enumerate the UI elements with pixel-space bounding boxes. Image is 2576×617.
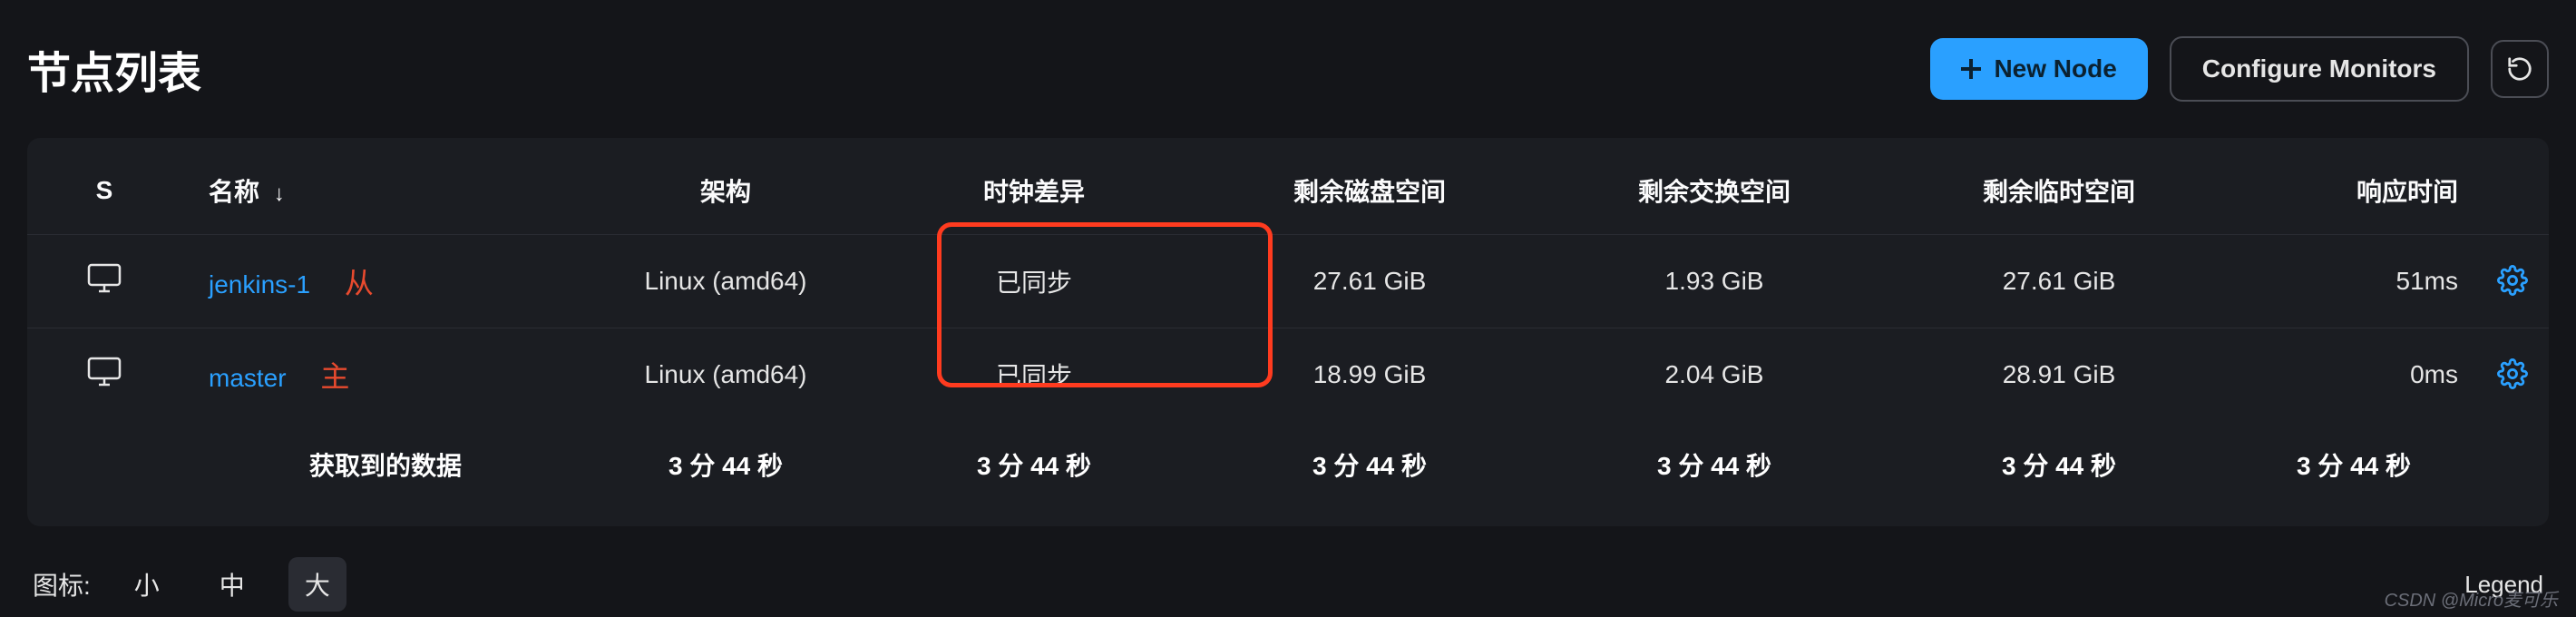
bottom-bar: 图标: 小 中 大 Legend <box>27 526 2549 612</box>
legend-link[interactable]: Legend <box>2464 571 2543 599</box>
new-node-label: New Node <box>1994 54 2116 83</box>
footer-swap: 3 分 44 秒 <box>1551 421 1878 508</box>
cell-resp: 0ms <box>2240 328 2476 422</box>
footer-temp: 3 分 44 秒 <box>1878 421 2240 508</box>
col-resp-header[interactable]: 响应时间 <box>2240 147 2476 235</box>
cell-clock: 已同步 <box>880 328 1188 422</box>
plus-icon <box>1961 59 1981 79</box>
table-footer-row: 获取到的数据 3 分 44 秒 3 分 44 秒 3 分 44 秒 3 分 44… <box>27 421 2549 508</box>
configure-monitors-button[interactable]: Configure Monitors <box>2170 36 2469 102</box>
cell-arch: Linux (amd64) <box>571 235 880 328</box>
node-link[interactable]: master <box>209 364 287 392</box>
footer-label: 获取到的数据 <box>181 421 571 508</box>
cell-disk: 18.99 GiB <box>1188 328 1551 422</box>
sort-down-icon: ↓ <box>267 181 285 206</box>
cell-resp: 51ms <box>2240 235 2476 328</box>
icon-size-label: 图标: <box>33 566 91 602</box>
node-table: S 名称 ↓ 架构 时钟差异 剩余磁盘空间 剩余交换空间 剩余临时空间 响应时间 <box>27 147 2549 508</box>
node-tag: 主 <box>320 354 349 396</box>
size-large[interactable]: 大 <box>288 557 346 612</box>
footer-resp: 3 分 44 秒 <box>2240 421 2476 508</box>
col-temp-header[interactable]: 剩余临时空间 <box>1878 147 2240 235</box>
cell-swap: 1.93 GiB <box>1551 235 1878 328</box>
cell-temp: 27.61 GiB <box>1878 235 2240 328</box>
footer-disk: 3 分 44 秒 <box>1188 421 1551 508</box>
node-link[interactable]: jenkins-1 <box>209 270 310 299</box>
cell-swap: 2.04 GiB <box>1551 328 1878 422</box>
icon-size-picker: 图标: 小 中 大 <box>33 557 346 612</box>
cell-disk: 27.61 GiB <box>1188 235 1551 328</box>
node-settings-button[interactable] <box>2493 261 2532 302</box>
node-tag: 从 <box>345 260 374 302</box>
col-name-header[interactable]: 名称 ↓ <box>181 147 571 235</box>
configure-monitors-label: Configure Monitors <box>2202 54 2436 83</box>
table-row[interactable]: jenkins-1 从 Linux (amd64) 已同步 27.61 GiB … <box>27 235 2549 328</box>
col-swap-header[interactable]: 剩余交换空间 <box>1551 147 1878 235</box>
cell-arch: Linux (amd64) <box>571 328 880 422</box>
refresh-icon <box>2506 55 2533 83</box>
header-actions: New Node Configure Monitors <box>1930 36 2549 102</box>
new-node-button[interactable]: New Node <box>1930 38 2147 100</box>
table-row[interactable]: master 主 Linux (amd64) 已同步 18.99 GiB 2.0… <box>27 328 2549 422</box>
node-settings-button[interactable] <box>2493 355 2532 396</box>
cell-temp: 28.91 GiB <box>1878 328 2240 422</box>
col-disk-header[interactable]: 剩余磁盘空间 <box>1188 147 1551 235</box>
col-clock-header[interactable]: 时钟差异 <box>880 147 1188 235</box>
refresh-button[interactable] <box>2491 40 2549 98</box>
gear-icon <box>2497 358 2528 389</box>
page-title: 节点列表 <box>27 37 201 101</box>
size-small[interactable]: 小 <box>118 557 176 612</box>
footer-clock: 3 分 44 秒 <box>880 421 1188 508</box>
computer-icon <box>86 356 122 395</box>
footer-arch: 3 分 44 秒 <box>571 421 880 508</box>
gear-icon <box>2497 265 2528 296</box>
col-name-label: 名称 <box>209 178 259 206</box>
size-medium[interactable]: 中 <box>203 557 261 612</box>
cell-clock: 已同步 <box>880 235 1188 328</box>
col-status-header[interactable]: S <box>27 147 181 235</box>
node-table-card: S 名称 ↓ 架构 时钟差异 剩余磁盘空间 剩余交换空间 剩余临时空间 响应时间 <box>27 138 2549 526</box>
computer-icon <box>86 262 122 301</box>
col-arch-header[interactable]: 架构 <box>571 147 880 235</box>
